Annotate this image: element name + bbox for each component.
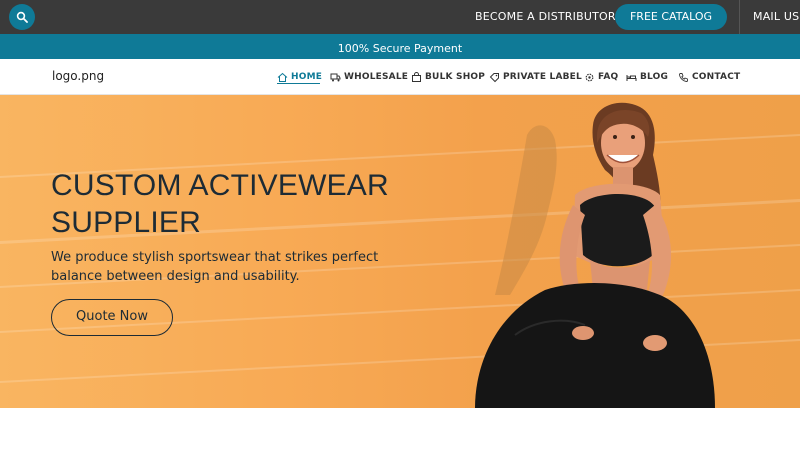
tag-icon: [489, 72, 499, 82]
top-bar: BECOME A DISTRIBUTOR FREE CATALOG MAIL U…: [0, 0, 800, 34]
nav-item-label: CONTACT: [692, 72, 741, 82]
nav-item-private-label[interactable]: PRIVATE LABEL: [489, 68, 582, 86]
quote-now-button[interactable]: Quote Now: [51, 299, 173, 336]
nav-item-label: HOME: [291, 72, 323, 82]
nav-item-label: WHOLESALE: [344, 72, 409, 82]
nav-item-label: FAQ: [598, 72, 619, 82]
nav-item-bulk-shop[interactable]: BULK SHOP: [411, 68, 485, 86]
bag-icon: [412, 71, 421, 82]
hero-woman-image: [475, 102, 715, 408]
gear-icon: [585, 73, 594, 81]
search-button[interactable]: [9, 4, 35, 30]
page-content-area: [0, 408, 800, 450]
nav-item-label: PRIVATE LABEL: [503, 72, 582, 82]
divider: [739, 0, 740, 34]
nav-item-contact[interactable]: CONTACT: [678, 68, 740, 86]
free-catalog-button[interactable]: FREE CATALOG: [615, 4, 727, 30]
hero-title: CUSTOM ACTIVEWEAR SUPPLIER: [51, 169, 389, 239]
nav-item-label: BLOG: [640, 72, 669, 82]
nav-item-blog[interactable]: BLOG: [626, 68, 668, 86]
search-icon: [16, 11, 28, 23]
become-distributor-link[interactable]: BECOME A DISTRIBUTOR: [475, 0, 616, 34]
hero-banner: CUSTOM ACTIVEWEAR SUPPLIER We produce st…: [0, 95, 800, 408]
home-icon: [277, 72, 288, 82]
bed-icon: [626, 74, 637, 81]
logo[interactable]: logo.png: [52, 69, 104, 83]
nav-item-wholesale[interactable]: WHOLESALE: [330, 68, 408, 86]
active-nav-underline: [277, 83, 320, 84]
hero-subtitle: We produce stylish sportswear that strik…: [51, 250, 379, 284]
phone-icon: [679, 72, 688, 82]
truck-icon: [330, 73, 341, 81]
secure-payment-text: 100% Secure Payment: [337, 42, 463, 55]
main-nav: logo.png HOME WHOLESALE BULK SHOP PRIVAT…: [0, 59, 800, 95]
nav-item-faq[interactable]: FAQ: [584, 68, 618, 86]
nav-item-label: BULK SHOP: [425, 72, 486, 82]
announcement-bar: 100% Secure Payment: [0, 34, 800, 59]
mail-us-link[interactable]: MAIL US: [753, 0, 799, 34]
